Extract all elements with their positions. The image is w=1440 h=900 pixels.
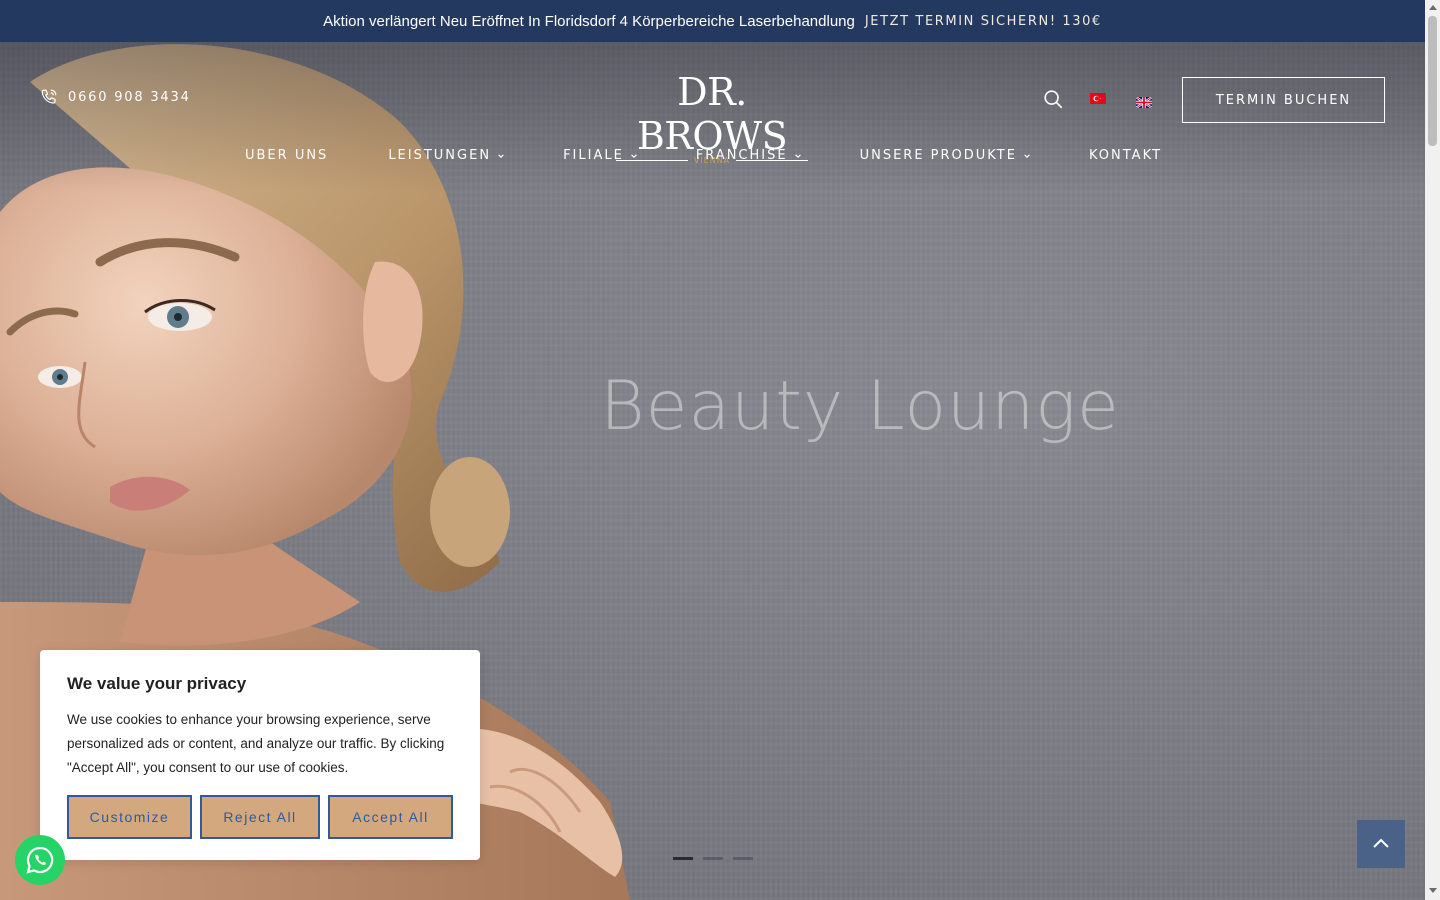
cookie-body: We use cookies to enhance your browsing … — [67, 712, 445, 775]
nav-item-unsere-produkte[interactable]: UNSERE PRODUKTE — [860, 148, 1031, 163]
logo-wordmark: DR. BROWS — [636, 70, 788, 158]
flag-uk-icon[interactable] — [1135, 93, 1153, 109]
search-icon[interactable] — [1042, 88, 1064, 110]
cookie-customize-button[interactable]: Customize — [67, 795, 192, 839]
nav-item-franchise[interactable]: FRANCHISE — [696, 148, 802, 163]
announcement-bar: Aktion verlängert Neu Eröffnet In Florid… — [0, 0, 1425, 42]
main-nav: UBER UNS LEISTUNGEN FILIALE FRANCHISE UN… — [245, 148, 1162, 163]
chevron-down-icon — [1024, 153, 1030, 158]
slider-dot-2[interactable] — [703, 857, 723, 860]
header-phone-number: 0660 908 3434 — [68, 89, 191, 105]
site-logo[interactable]: DR. BROWS VIENNA — [610, 70, 814, 165]
book-appointment-button[interactable]: TERMIN BUCHEN — [1182, 77, 1385, 123]
nav-item-uber-uns[interactable]: UBER UNS — [245, 148, 328, 163]
slider-dot-3[interactable] — [733, 857, 753, 860]
cookie-title: We value your privacy — [67, 674, 247, 693]
scroll-up-arrow[interactable] — [1429, 5, 1437, 10]
nav-item-kontakt[interactable]: KONTAKT — [1089, 148, 1162, 163]
nav-item-label: UNSERE PRODUKTE — [859, 148, 1017, 163]
chevron-down-icon — [794, 153, 801, 158]
phone-icon — [41, 89, 57, 104]
announcement-promo: Aktion verlängert Neu Eröffnet In Florid… — [323, 12, 855, 30]
nav-item-leistungen[interactable]: LEISTUNGEN — [388, 148, 505, 163]
scroll-down-arrow[interactable] — [1429, 888, 1437, 893]
flag-turkey-graphic — [1090, 93, 1106, 104]
nav-item-label: UBER UNS — [245, 148, 329, 163]
hero-headline: Beauty Lounge — [600, 367, 1120, 446]
back-to-top-button[interactable] — [1357, 820, 1405, 868]
cookie-actions: Customize Reject All Accept All — [67, 795, 453, 839]
cookie-accept-button[interactable]: Accept All — [328, 795, 453, 839]
flag-uk-graphic — [1135, 96, 1153, 109]
nav-item-filiale[interactable]: FILIALE — [563, 148, 638, 163]
chevron-up-icon — [1373, 838, 1389, 848]
chevron-down-icon — [498, 153, 504, 158]
slider-dot-1[interactable] — [673, 857, 693, 860]
cookie-consent-banner: We value your privacy We use cookies to … — [40, 650, 480, 860]
nav-item-label: FILIALE — [563, 148, 624, 163]
cookie-reject-button[interactable]: Reject All — [200, 795, 320, 839]
nav-item-label: LEISTUNGEN — [388, 148, 492, 163]
announcement-cta-link[interactable]: JETZT TERMIN SICHERN! 130€ — [865, 14, 1102, 29]
scrollbar-thumb[interactable] — [1428, 16, 1437, 146]
flag-turkey-icon[interactable] — [1090, 93, 1106, 104]
page-scrollbar[interactable] — [1425, 0, 1440, 900]
whatsapp-icon — [26, 846, 54, 874]
whatsapp-button[interactable] — [15, 835, 65, 885]
header-phone-link[interactable]: 0660 908 3434 — [40, 88, 191, 106]
chevron-down-icon — [630, 153, 637, 158]
nav-item-label: KONTAKT — [1088, 148, 1163, 163]
nav-item-label: FRANCHISE — [695, 148, 788, 163]
slider-pagination — [673, 857, 753, 860]
